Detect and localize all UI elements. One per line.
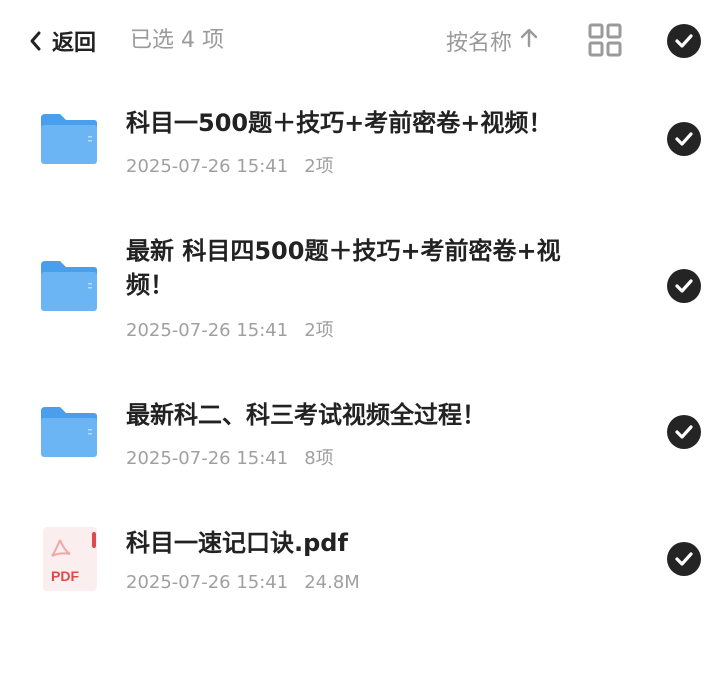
checkmark-icon — [675, 132, 693, 146]
checkmark-icon — [675, 34, 693, 48]
file-meta: 2025-07-26 15:41 24.8M — [126, 572, 360, 593]
file-name: 最新 科目四500题＋技巧+考前密卷+视频！ — [126, 237, 561, 299]
file-list-item[interactable]: PDF 科目一速记口诀.pdf 2025-07-26 15:41 24.8M — [0, 518, 712, 618]
top-bar: 返回 已选 4 项 按名称 — [0, 0, 712, 80]
file-size: 24.8M — [304, 572, 360, 593]
checkmark-icon — [675, 552, 693, 566]
pdf-label: PDF — [51, 568, 79, 584]
file-date: 2025-07-26 15:41 — [126, 448, 289, 469]
grid-view-button[interactable] — [588, 23, 622, 61]
folder-icon — [38, 112, 100, 170]
file-size: 2项 — [304, 156, 334, 177]
arrow-up-icon — [512, 28, 538, 54]
file-date: 2025-07-26 15:41 — [126, 320, 289, 341]
sort-button[interactable]: 按名称 — [446, 24, 538, 58]
file-date: 2025-07-26 15:41 — [126, 156, 289, 177]
pdf-file-icon: PDF — [42, 526, 98, 596]
file-list-item[interactable]: 最新 科目四500题＋技巧+考前密卷+视频！ 2025-07-26 15:41 2… — [0, 226, 712, 346]
item-checkbox[interactable] — [667, 542, 701, 576]
sort-label: 按名称 — [446, 31, 513, 56]
item-checkbox[interactable] — [667, 122, 701, 156]
file-meta: 2025-07-26 15:41 2项 — [126, 152, 334, 178]
back-label: 返回 — [52, 31, 97, 56]
selection-count: 已选 4 项 — [130, 28, 224, 53]
file-list-item[interactable]: 科目一500题＋技巧+考前密卷+视频！ 2025-07-26 15:41 2项 — [0, 98, 712, 198]
item-checkbox[interactable] — [667, 415, 701, 449]
file-name: 科目一500题＋技巧+考前密卷+视频！ — [126, 109, 553, 137]
folder-icon — [38, 259, 100, 317]
file-size: 2项 — [304, 320, 334, 341]
folder-icon — [38, 405, 100, 463]
file-date: 2025-07-26 15:41 — [126, 572, 289, 593]
select-all-checkbox[interactable] — [667, 24, 701, 58]
file-meta: 2025-07-26 15:41 8项 — [126, 444, 334, 470]
file-list-item[interactable]: 最新科二、科三考试视频全过程！ 2025-07-26 15:41 8项 — [0, 390, 712, 490]
file-name: 最新科二、科三考试视频全过程！ — [126, 401, 486, 429]
back-button[interactable]: 返回 — [28, 24, 96, 58]
item-checkbox[interactable] — [667, 269, 701, 303]
file-name: 科目一速记口诀.pdf — [126, 529, 348, 557]
checkmark-icon — [675, 279, 693, 293]
chevron-left-icon — [28, 30, 42, 52]
checkmark-icon — [675, 425, 693, 439]
grid-view-icon — [588, 23, 622, 61]
file-size: 8项 — [304, 448, 334, 469]
file-meta: 2025-07-26 15:41 2项 — [126, 316, 334, 342]
